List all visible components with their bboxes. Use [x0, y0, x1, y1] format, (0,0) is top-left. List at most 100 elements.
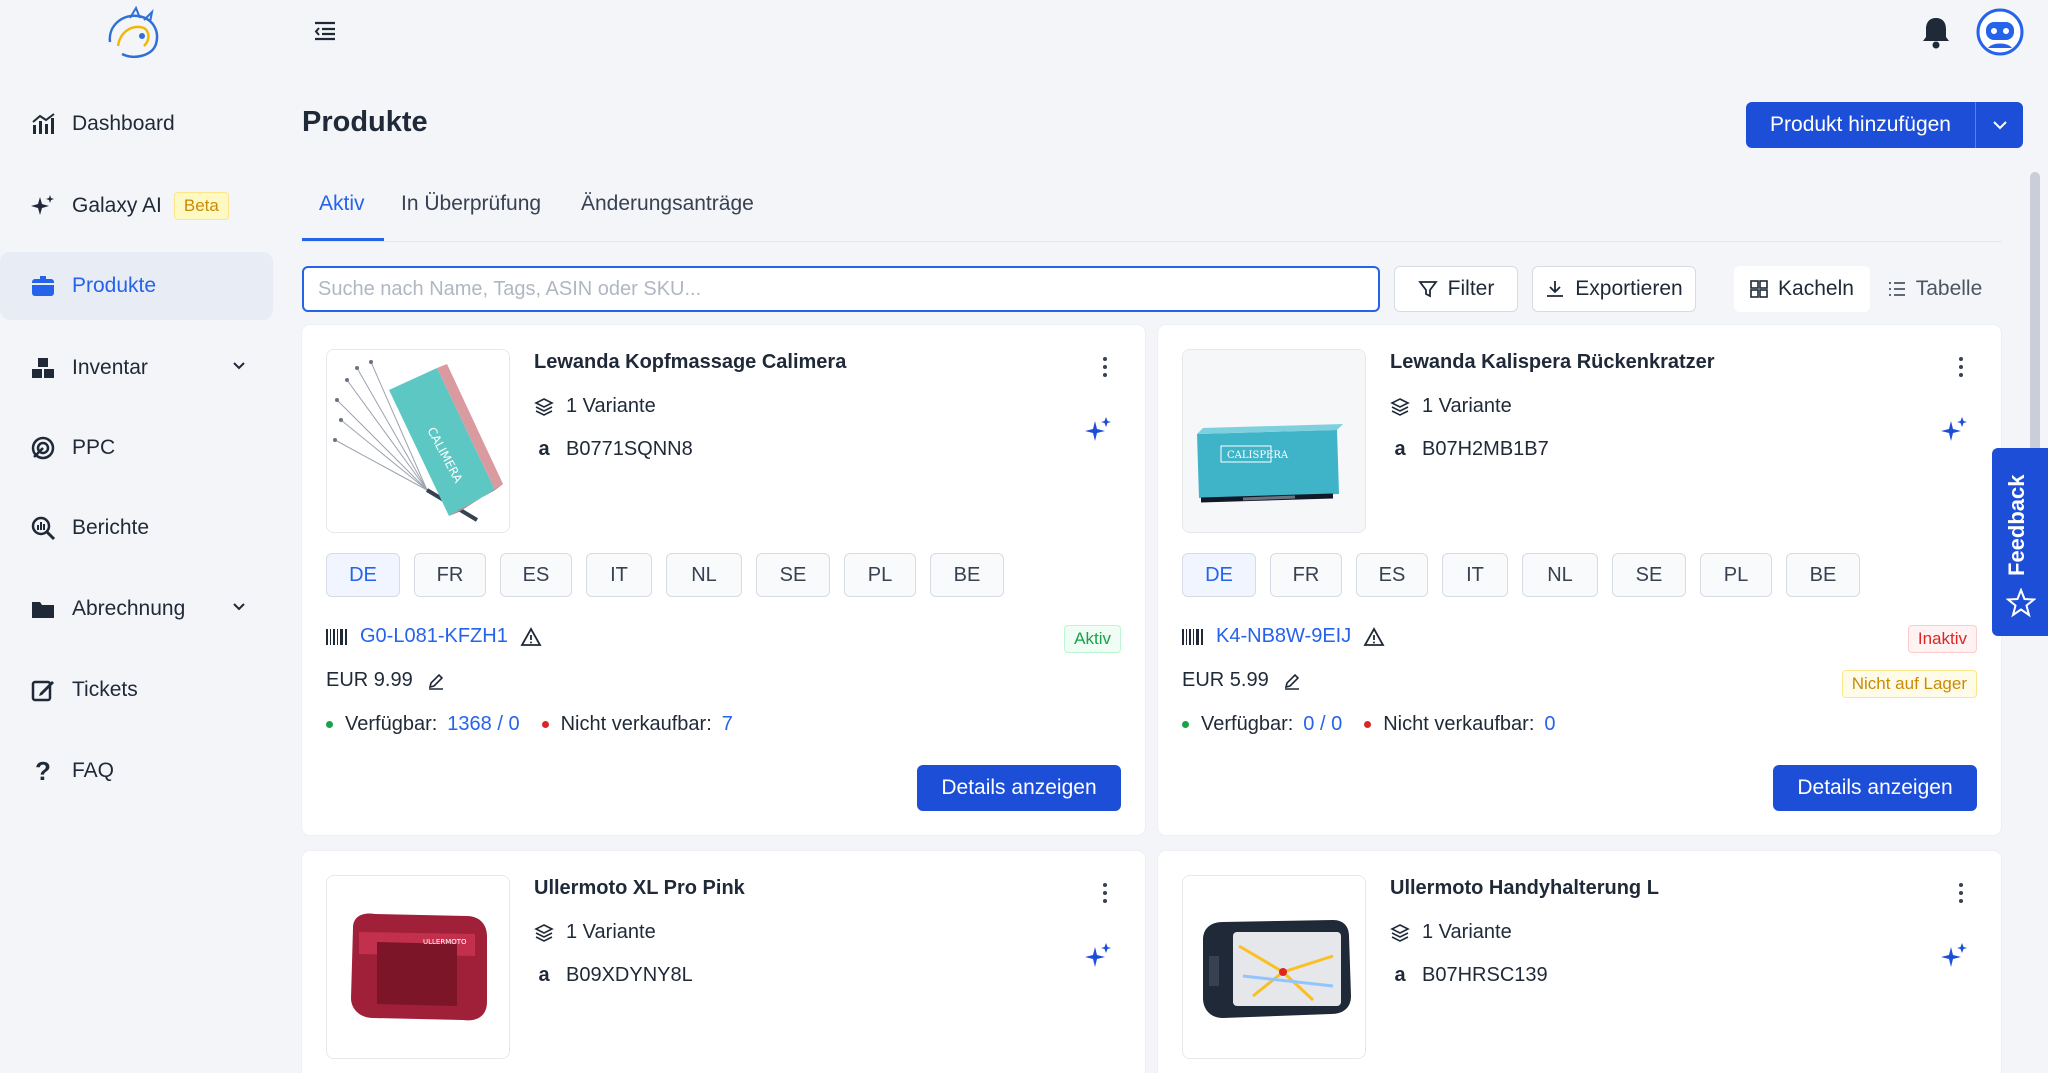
sidebar-item-label: Tickets — [72, 678, 138, 701]
marketplace-it[interactable]: IT — [586, 553, 652, 597]
tiles-view-button[interactable]: Kacheln — [1734, 266, 1870, 312]
product-image[interactable]: ULLERMOTO — [326, 875, 510, 1059]
unsellable-dot — [541, 721, 549, 728]
table-label: Tabelle — [1915, 277, 1983, 300]
product-image[interactable]: CALIMERA — [326, 349, 510, 533]
marketplace-fr[interactable]: FR — [1270, 553, 1342, 597]
marketplace-it[interactable]: IT — [1442, 553, 1508, 597]
brand-logo[interactable] — [100, 6, 168, 62]
export-button[interactable]: Exportieren — [1532, 266, 1696, 312]
marketplace-nl[interactable]: NL — [1522, 553, 1598, 597]
marketplace-se[interactable]: SE — [756, 553, 830, 597]
filter-button[interactable]: Filter — [1394, 266, 1518, 312]
target-icon — [30, 435, 56, 461]
marketplace-es[interactable]: ES — [500, 553, 572, 597]
marketplace-de[interactable]: DE — [326, 553, 400, 597]
sidebar-item-label: Inventar — [72, 356, 148, 379]
more-options-icon[interactable] — [1102, 881, 1108, 905]
report-search-icon — [30, 515, 56, 541]
details-button[interactable]: Details anzeigen — [1773, 765, 1977, 811]
sidebar-item-ppc[interactable]: PPC — [0, 414, 273, 482]
marketplace-pl[interactable]: PL — [1700, 553, 1772, 597]
chevron-down-icon[interactable] — [231, 599, 247, 615]
marketplace-be[interactable]: BE — [930, 553, 1004, 597]
beta-badge: Beta — [173, 192, 229, 220]
sku-row: K4-NB8W-9EIJ — [1182, 625, 1385, 648]
more-options-icon[interactable] — [1958, 881, 1964, 905]
avatar-icon[interactable] — [1976, 8, 2024, 56]
sparkle-icon[interactable] — [1083, 415, 1113, 445]
product-image[interactable]: CALISPERA — [1182, 349, 1366, 533]
unsellable-label: Nicht verkaufbar: — [1383, 713, 1535, 735]
sku-link[interactable]: G0-L081-KFZH1 — [360, 625, 508, 648]
variant-row: 1 Variante — [1390, 921, 1512, 944]
more-options-icon[interactable] — [1958, 355, 1964, 379]
marketplace-es[interactable]: ES — [1356, 553, 1428, 597]
stock-status-badge: Nicht auf Lager — [1841, 670, 1977, 698]
sidebar-item-galaxy-ai[interactable]: Galaxy AI Beta — [0, 172, 273, 240]
product-card: CALISPERA Lewanda Kalispera Rückenkratze… — [1158, 325, 2001, 835]
sparkle-icon — [30, 193, 56, 219]
tab-aktiv[interactable]: Aktiv — [319, 192, 365, 216]
variant-row: 1 Variante — [534, 921, 656, 944]
table-view-button[interactable]: Tabelle — [1880, 266, 1990, 312]
tab-in-ueberpruefung[interactable]: In Überprüfung — [401, 192, 541, 216]
unsellable-value[interactable]: 7 — [722, 713, 733, 736]
available-dot — [1182, 721, 1189, 728]
chevron-down-icon[interactable] — [231, 358, 247, 374]
search-input[interactable] — [302, 266, 1380, 312]
details-button[interactable]: Details anzeigen — [917, 765, 1121, 811]
tab-aenderungsantraege[interactable]: Änderungsanträge — [581, 192, 754, 216]
sparkle-icon[interactable] — [1939, 415, 1969, 445]
scrollbar[interactable] — [2030, 172, 2040, 452]
product-name[interactable]: Ullermoto Handyhalterung L — [1390, 877, 1659, 900]
sidebar-item-produkte[interactable]: Produkte — [0, 252, 273, 320]
sidebar-item-abrechnung[interactable]: Abrechnung — [0, 575, 273, 643]
variant-row: 1 Variante — [534, 395, 656, 418]
price-row: EUR 5.99 — [1182, 669, 1301, 692]
marketplace-be[interactable]: BE — [1786, 553, 1860, 597]
available-value[interactable]: 1368 / 0 — [447, 713, 519, 736]
available-dot — [326, 721, 333, 728]
edit-pencil-icon[interactable] — [1283, 672, 1301, 690]
marketplace-de[interactable]: DE — [1182, 553, 1256, 597]
sidebar-item-label: Berichte — [72, 516, 150, 539]
sidebar-item-faq[interactable]: ? FAQ — [0, 737, 273, 805]
product-image[interactable] — [1182, 875, 1366, 1059]
folder-icon — [30, 596, 56, 622]
menu-collapse-icon[interactable] — [312, 18, 338, 44]
unsellable-dot — [1364, 721, 1372, 728]
sidebar-item-label: Abrechnung — [72, 597, 186, 620]
bell-icon[interactable] — [1918, 14, 1954, 50]
svg-text:ULLERMOTO: ULLERMOTO — [423, 938, 467, 946]
sidebar-item-inventar[interactable]: Inventar — [0, 334, 273, 402]
product-name[interactable]: Ullermoto XL Pro Pink — [534, 877, 745, 900]
sidebar-item-tickets[interactable]: Tickets — [0, 656, 273, 724]
sparkle-icon[interactable] — [1083, 941, 1113, 971]
marketplace-se[interactable]: SE — [1612, 553, 1686, 597]
chevron-down-icon[interactable] — [1976, 102, 2023, 148]
marketplace-nl[interactable]: NL — [666, 553, 742, 597]
product-name[interactable]: Lewanda Kalispera Rückenkratzer — [1390, 351, 1715, 374]
amazon-icon: a — [538, 964, 550, 986]
edit-pencil-icon[interactable] — [427, 672, 445, 690]
available-value[interactable]: 0 / 0 — [1303, 713, 1342, 736]
marketplace-pl[interactable]: PL — [844, 553, 916, 597]
edit-icon — [30, 677, 56, 703]
page-title: Produkte — [302, 106, 428, 138]
add-product-label[interactable]: Produkt hinzufügen — [1746, 102, 1976, 148]
feedback-tab[interactable]: Feedback — [1992, 448, 2048, 636]
list-icon — [1888, 282, 1905, 296]
sidebar-item-dashboard[interactable]: Dashboard — [0, 90, 273, 158]
sidebar-item-berichte[interactable]: Berichte — [0, 494, 273, 562]
product-name[interactable]: Lewanda Kopfmassage Calimera — [534, 351, 846, 374]
marketplace-fr[interactable]: FR — [414, 553, 486, 597]
sidebar-item-label: PPC — [72, 436, 116, 459]
chart-icon — [30, 111, 56, 137]
unsellable-value[interactable]: 0 — [1544, 713, 1555, 736]
add-product-button[interactable]: Produkt hinzufügen — [1746, 102, 2023, 148]
sku-link[interactable]: K4-NB8W-9EIJ — [1216, 625, 1351, 648]
variant-count: 1 Variante — [1422, 395, 1512, 417]
sparkle-icon[interactable] — [1939, 941, 1969, 971]
more-options-icon[interactable] — [1102, 355, 1108, 379]
